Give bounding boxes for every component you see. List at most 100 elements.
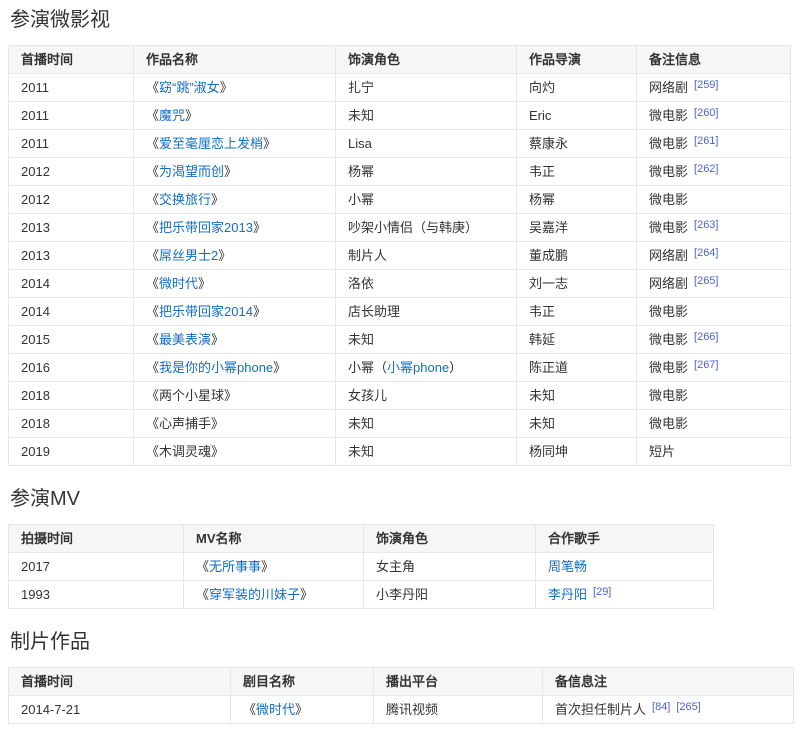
table-cell: 微电影 [266] <box>637 326 791 354</box>
table-cell: 《把乐带回家2014》 <box>134 298 336 326</box>
wiki-link[interactable]: 为渴望而创 <box>159 164 224 179</box>
table-cell: 微电影[267] <box>637 354 791 382</box>
table-cell: 吴嘉洋 <box>517 214 637 242</box>
table-cell: 小李丹阳 <box>364 581 536 609</box>
table-cell: 2017 <box>9 553 184 581</box>
table-cell: 2014 <box>9 298 134 326</box>
wiki-link[interactable]: 无所事事 <box>209 559 261 574</box>
reference-link[interactable]: [29] <box>593 586 611 598</box>
table-cell: 2013 <box>9 214 134 242</box>
table-cell: 网络剧 [265] <box>637 270 791 298</box>
table-row: 2017《无所事事》女主角周笔畅 <box>9 553 714 581</box>
cell-text: 《 <box>146 304 159 319</box>
cell-text: 》 <box>300 587 313 602</box>
wiki-link[interactable]: 小幂phone <box>387 360 449 375</box>
cell-text: 吴嘉洋 <box>529 220 568 235</box>
table-cell: 《微时代》 <box>231 696 374 724</box>
column-header: 饰演角色 <box>364 525 536 553</box>
table-cell: 未知 <box>336 326 517 354</box>
cell-text: 《 <box>146 192 159 207</box>
wiki-link[interactable]: 把乐带回家2013 <box>159 220 253 235</box>
table-row: 2018《两个小星球》女孩儿未知微电影 <box>9 382 791 410</box>
table-cell: 2011 <box>9 102 134 130</box>
column-header: 播出平台 <box>374 668 543 696</box>
cell-text: 》 <box>211 332 224 347</box>
wiki-link[interactable]: 微时代 <box>159 276 198 291</box>
column-header: 作品导演 <box>517 46 637 74</box>
table-cell: 首次担任制片人[84][265] <box>543 696 794 724</box>
cell-text: Eric <box>529 108 551 123</box>
reference-link[interactable]: [263] <box>694 219 718 231</box>
cell-text: 微电影 <box>649 332 688 347</box>
table-cell: 李丹阳 [29] <box>536 581 714 609</box>
table-cell: 2015 <box>9 326 134 354</box>
column-header: 首播时间 <box>9 668 231 696</box>
table-cell: 未知 <box>517 382 637 410</box>
column-header: MV名称 <box>184 525 364 553</box>
wiki-link[interactable]: 爱至毫厘恋上发梢 <box>159 136 263 151</box>
column-header: 首播时间 <box>9 46 134 74</box>
cell-text: Lisa <box>348 136 372 151</box>
cell-text: 《 <box>146 360 159 375</box>
table-cell: 2018 <box>9 410 134 438</box>
wiki-link[interactable]: 把乐带回家2014 <box>159 304 253 319</box>
table-cell: 《无所事事》 <box>184 553 364 581</box>
cell-text: 小幂（ <box>348 360 387 375</box>
column-header: 饰演角色 <box>336 46 517 74</box>
cell-text: 韩延 <box>529 332 555 347</box>
table-cell: 杨幂 <box>336 158 517 186</box>
wiki-link[interactable]: 李丹阳 <box>548 587 587 602</box>
reference-link[interactable]: [265] <box>676 701 700 713</box>
table-row: 2011《窈“跳”淑女》扎宁向灼网络剧[259] <box>9 74 791 102</box>
table-cell: 《我是你的小幂phone》 <box>134 354 336 382</box>
wiki-link[interactable]: 魔咒 <box>159 108 185 123</box>
table-cell: 制片人 <box>336 242 517 270</box>
column-header: 合作歌手 <box>536 525 714 553</box>
table-cell: 《为渴望而创》 <box>134 158 336 186</box>
table-row: 2012《为渴望而创》杨幂韦正微电影[262] <box>9 158 791 186</box>
reference-link[interactable]: [84] <box>652 701 670 713</box>
wiki-link[interactable]: 周笔畅 <box>548 559 587 574</box>
cell-text: 网络剧 <box>649 276 688 291</box>
table-cell: 微电影 <box>637 186 791 214</box>
reference-link[interactable]: [264] <box>694 247 718 259</box>
wiki-link[interactable]: 窈“跳”淑女 <box>159 80 220 95</box>
table-cell: 扎宁 <box>336 74 517 102</box>
section-micro-films: 参演微影视 首播时间作品名称饰演角色作品导演备注信息2011《窈“跳”淑女》扎宁… <box>8 8 804 466</box>
reference-link[interactable]: [262] <box>694 163 718 175</box>
reference-link[interactable]: [265] <box>694 275 718 287</box>
cell-text: 吵架小情侣（与韩庚） <box>348 220 478 235</box>
cell-text: 小幂 <box>348 192 374 207</box>
cell-text: 《心声捕手》 <box>146 416 224 431</box>
table-cell: 周笔畅 <box>536 553 714 581</box>
table-cell: 小幂（小幂phone） <box>336 354 517 382</box>
reference-link[interactable]: [267] <box>694 359 718 371</box>
header-row: 拍摄时间MV名称饰演角色合作歌手 <box>9 525 714 553</box>
wiki-link[interactable]: 微时代 <box>256 702 295 717</box>
table-cell: 2012 <box>9 186 134 214</box>
reference-link[interactable]: [266] <box>694 331 718 343</box>
column-header: 拍摄时间 <box>9 525 184 553</box>
table-cell: 《微时代》 <box>134 270 336 298</box>
column-header: 备注信息 <box>637 46 791 74</box>
wiki-link[interactable]: 屌丝男士2 <box>159 248 218 263</box>
table-cell: 2012 <box>9 158 134 186</box>
cell-text: 》 <box>253 220 266 235</box>
cell-text: 微电影 <box>649 220 688 235</box>
wiki-link[interactable]: 穿军装的川妹子 <box>209 587 300 602</box>
cell-text: 未知 <box>348 332 374 347</box>
reference-link[interactable]: [259] <box>694 79 718 91</box>
reference-link[interactable]: [261] <box>694 135 718 147</box>
reference-link[interactable]: [260] <box>694 107 718 119</box>
table-cell: 短片 <box>637 438 791 466</box>
cell-text: 》 <box>198 276 211 291</box>
wiki-link[interactable]: 最美表演 <box>159 332 211 347</box>
cell-text: 》 <box>218 248 231 263</box>
cell-text: 》 <box>224 164 237 179</box>
cell-text: 》 <box>263 136 276 151</box>
cell-text: 韦正 <box>529 304 555 319</box>
wiki-link[interactable]: 交换旅行 <box>159 192 211 207</box>
wiki-link[interactable]: 我是你的小幂phone <box>159 360 273 375</box>
table-cell: 女孩儿 <box>336 382 517 410</box>
table-cell: 微电影 <box>637 298 791 326</box>
